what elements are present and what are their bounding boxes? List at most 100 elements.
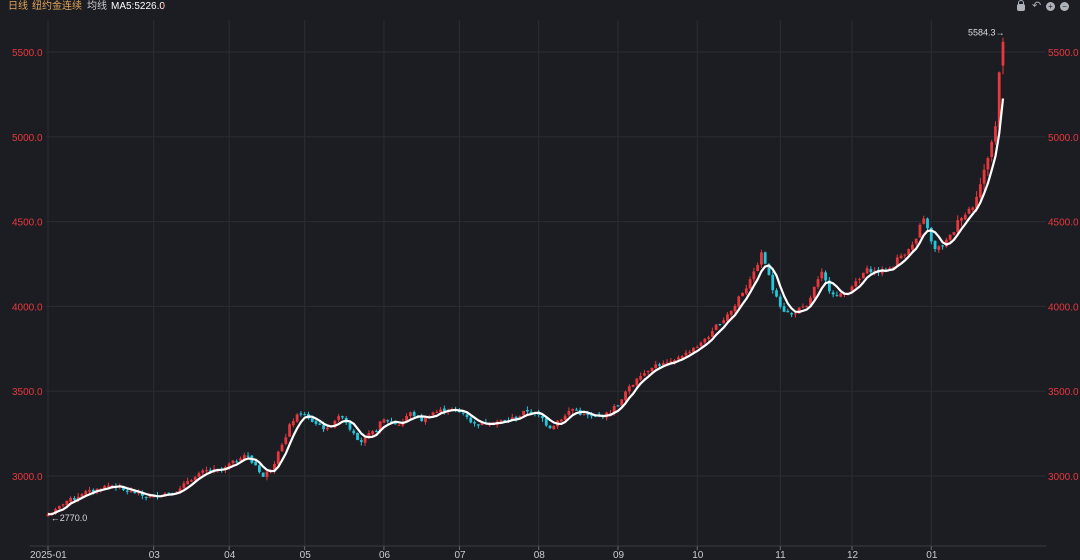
- candle-body: [639, 376, 643, 380]
- candle-body: [937, 246, 941, 250]
- candle-body: [412, 412, 416, 416]
- candle-body: [643, 373, 646, 376]
- candle-body: [982, 169, 986, 184]
- candle-body: [650, 367, 654, 372]
- zoom-in-icon[interactable]: +: [1046, 2, 1055, 11]
- candle-body: [624, 391, 627, 401]
- candle-body: [476, 424, 480, 426]
- candle-body: [254, 461, 258, 466]
- candle-body: [782, 306, 786, 312]
- candle-body: [352, 430, 356, 434]
- candle-body: [341, 416, 344, 418]
- ma5-trend-arrow: ↑: [161, 1, 166, 12]
- candle-body: [956, 220, 960, 232]
- candle-body: [914, 238, 918, 244]
- candle-body: [291, 421, 295, 426]
- candle-body: [756, 265, 760, 272]
- candle-body: [918, 224, 922, 238]
- candle-body: [201, 470, 205, 473]
- candle-body: [442, 408, 446, 412]
- candle-body: [205, 470, 208, 472]
- candle-body: [567, 410, 571, 415]
- candle-body: [835, 295, 839, 297]
- candle-body: [726, 314, 729, 321]
- candle-body: [684, 352, 688, 356]
- candle-body: [408, 412, 412, 417]
- candle-body: [948, 234, 952, 240]
- x-tick-label: 09: [613, 550, 625, 560]
- candle-body: [733, 306, 737, 312]
- x-tick-label: 06: [379, 550, 391, 560]
- candle-body: [382, 419, 386, 423]
- candle-body: [231, 460, 235, 464]
- candle-body: [960, 218, 963, 221]
- candle-body: [276, 451, 280, 464]
- candle-body: [922, 218, 926, 224]
- candle-body: [718, 323, 722, 325]
- candle-body: [299, 413, 303, 415]
- candle-body: [431, 412, 435, 416]
- candle-body: [646, 370, 650, 373]
- candle-body: [575, 409, 578, 411]
- y-tick-label-left: 5500.0: [12, 48, 43, 59]
- candle-body: [552, 425, 556, 429]
- candle-body: [941, 245, 945, 247]
- candle-body: [816, 279, 820, 287]
- candle-body: [658, 364, 661, 366]
- candle-body: [148, 496, 152, 498]
- indicator-name[interactable]: 均线: [87, 0, 107, 13]
- candle-body: [522, 410, 526, 416]
- x-tick-label: 2025-01: [30, 550, 67, 560]
- candle-body: [933, 240, 937, 249]
- undo-icon[interactable]: ↶: [1032, 1, 1041, 12]
- candle-body: [688, 351, 692, 353]
- candle-body: [790, 313, 794, 315]
- candle-body: [435, 411, 439, 413]
- candle-body: [473, 422, 476, 424]
- candle-body: [363, 437, 367, 443]
- candle-body: [284, 437, 288, 444]
- x-tick-label: 04: [224, 550, 236, 560]
- y-tick-label-right: 4500.0: [1048, 218, 1079, 229]
- y-tick-label-left: 4500.0: [12, 218, 43, 229]
- candlestick-chart[interactable]: 3000.0 3000.0 3500.0 3500.0 4000.0 4000.0 4500…: [0, 14, 1080, 560]
- candle-body: [635, 378, 639, 386]
- candle-body: [144, 496, 148, 498]
- candle-body: [61, 504, 65, 506]
- candle-body: [503, 419, 507, 421]
- candle-body: [752, 271, 756, 280]
- candle-body: [261, 472, 265, 477]
- candle-body: [106, 485, 110, 487]
- candle-body: [397, 424, 401, 426]
- ma5-value: MA5:5226.0: [111, 1, 165, 12]
- zoom-out-icon[interactable]: −: [1060, 2, 1069, 11]
- candle-body: [348, 422, 352, 430]
- y-tick-label-left: 3000.0: [12, 472, 43, 483]
- candle-body: [303, 414, 307, 416]
- candles: [46, 37, 1005, 517]
- candle-body: [57, 505, 61, 509]
- candle-body: [359, 440, 363, 442]
- candle-body: [246, 455, 250, 457]
- candle-body: [337, 416, 341, 421]
- x-tick-label: 12: [847, 550, 859, 560]
- candle-body: [741, 292, 744, 297]
- candle-body: [186, 480, 190, 485]
- candle-body: [374, 430, 378, 432]
- symbol-name[interactable]: 纽约金连续: [32, 0, 82, 13]
- candle-body: [73, 498, 76, 500]
- x-tick-label: 01: [926, 550, 938, 560]
- min-price-annotation: ←2770.0: [51, 513, 88, 523]
- x-tick-label: 08: [534, 550, 546, 560]
- gridlines: [46, 20, 1046, 546]
- candle-body: [952, 232, 956, 235]
- candle-body: [84, 491, 88, 495]
- period-selector[interactable]: 日线: [8, 0, 28, 13]
- candle-body: [548, 425, 552, 429]
- candle-body: [763, 252, 767, 264]
- lock-icon[interactable]: [1017, 0, 1025, 11]
- candle-body: [963, 214, 967, 220]
- candle-body: [729, 310, 733, 315]
- candle-body: [541, 415, 544, 419]
- candle-body: [990, 142, 994, 158]
